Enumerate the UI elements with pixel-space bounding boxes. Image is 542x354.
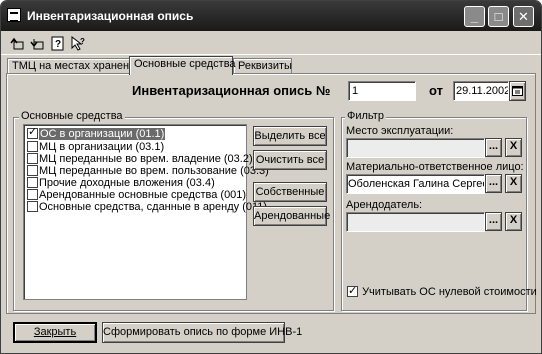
help-icon[interactable]: ? (50, 36, 66, 51)
document-title: Инвентаризационная опись № (132, 83, 331, 98)
list-item[interactable]: МЦ переданные во врем. пользование (03.3… (27, 165, 269, 177)
list-item-label: МЦ в организации (03.1) (39, 141, 165, 153)
list-item-label: ОС в организации (01.1) (39, 128, 166, 140)
list-item[interactable]: Прочие доходные вложения (03.4) (27, 177, 215, 189)
assets-listbox[interactable]: ОС в организации (01.1) МЦ в организации… (23, 124, 269, 300)
assets-group-title: Основные средства (19, 110, 125, 122)
item-checkbox[interactable] (27, 153, 38, 164)
filter-group-title: Фильтр (345, 110, 386, 122)
item-checkbox[interactable] (27, 141, 38, 152)
clear-all-button[interactable]: Очистить все (253, 150, 327, 170)
lessor-input[interactable] (346, 212, 485, 232)
title-bar[interactable]: Инвентаризационная опись _ □ ✕ (1, 1, 541, 31)
responsible-clear-button[interactable]: X (505, 174, 522, 193)
list-item-label: МЦ переданные во врем. владение (03.2) (39, 153, 253, 165)
list-item-label: Прочие доходные вложения (03.4) (39, 177, 215, 189)
list-item[interactable]: МЦ в организации (03.1) (27, 141, 164, 153)
item-checkbox[interactable] (27, 201, 38, 212)
close-window-button[interactable]: ✕ (513, 6, 534, 27)
lessor-browse-button[interactable]: ... (485, 212, 502, 231)
calendar-icon (512, 86, 523, 96)
refresh-up-icon[interactable] (9, 36, 25, 51)
location-label: Место эксплуатации: (346, 125, 454, 137)
calendar-button[interactable] (509, 81, 526, 101)
lessor-clear-button[interactable]: X (505, 212, 522, 231)
tab-strip: ТМЦ на местах хранения Основные средства… (7, 56, 537, 75)
list-item-label: МЦ переданные во врем. пользование (03.3… (39, 165, 269, 177)
app-icon (7, 8, 21, 22)
list-item-label: Арендованные основные средства (001) (39, 189, 247, 201)
list-item[interactable]: Арендованные основные средства (001) (27, 189, 246, 201)
minimize-button[interactable]: _ (464, 6, 485, 27)
document-date-input[interactable]: 29.11.2002 (453, 81, 509, 101)
item-checkbox[interactable] (27, 126, 38, 139)
responsible-label: Материально-ответственное лицо: (346, 161, 524, 173)
leased-assets-button[interactable]: Арендованные (253, 206, 330, 226)
item-checkbox[interactable] (27, 189, 38, 200)
item-checkbox[interactable] (27, 177, 38, 188)
generate-inventory-button[interactable]: Сформировать опись по форме ИНВ-1 (102, 322, 302, 343)
own-assets-button[interactable]: Собственные (253, 182, 327, 202)
responsible-input[interactable]: Оболенская Галина Сергеевна (346, 174, 485, 194)
select-all-button[interactable]: Выделить все (253, 126, 327, 146)
inventory-window: Инвентаризационная опись _ □ ✕ ? ? ТМЦ н… (0, 0, 542, 354)
zero-cost-label: Учитывать ОС нулевой стоимости (362, 286, 537, 298)
list-item-label: Основные средства, сданные в аренду (011… (39, 201, 268, 213)
list-item[interactable]: Основные средства, сданные в аренду (011… (27, 201, 267, 213)
location-browse-button[interactable]: ... (485, 138, 502, 157)
item-checkbox[interactable] (27, 165, 38, 176)
close-button[interactable]: Закрыть (13, 322, 97, 343)
tab-fixed-assets[interactable]: Основные средства (129, 56, 236, 75)
maximize-button[interactable]: □ (488, 6, 509, 27)
svg-text:?: ? (80, 37, 85, 46)
location-clear-button[interactable]: X (505, 138, 522, 157)
location-input[interactable] (346, 138, 485, 158)
toolbar: ? ? (1, 31, 541, 55)
svg-text:?: ? (55, 39, 61, 50)
window-title: Инвентаризационная опись (27, 9, 194, 23)
lessor-label: Арендодатель: (346, 199, 423, 211)
date-from-label: от (429, 83, 443, 98)
close-button-label: Закрыть (33, 326, 77, 338)
list-item[interactable]: ОС в организации (01.1) (27, 126, 166, 140)
document-number-input[interactable]: 1 (348, 81, 416, 101)
refresh-down-icon[interactable] (29, 36, 45, 51)
zero-cost-option[interactable]: Учитывать ОС нулевой стоимости (347, 284, 537, 298)
pointer-help-icon[interactable]: ? (70, 35, 86, 51)
zero-cost-checkbox[interactable] (347, 284, 358, 297)
list-item[interactable]: МЦ переданные во врем. владение (03.2) (27, 153, 253, 165)
responsible-browse-button[interactable]: ... (485, 174, 502, 193)
